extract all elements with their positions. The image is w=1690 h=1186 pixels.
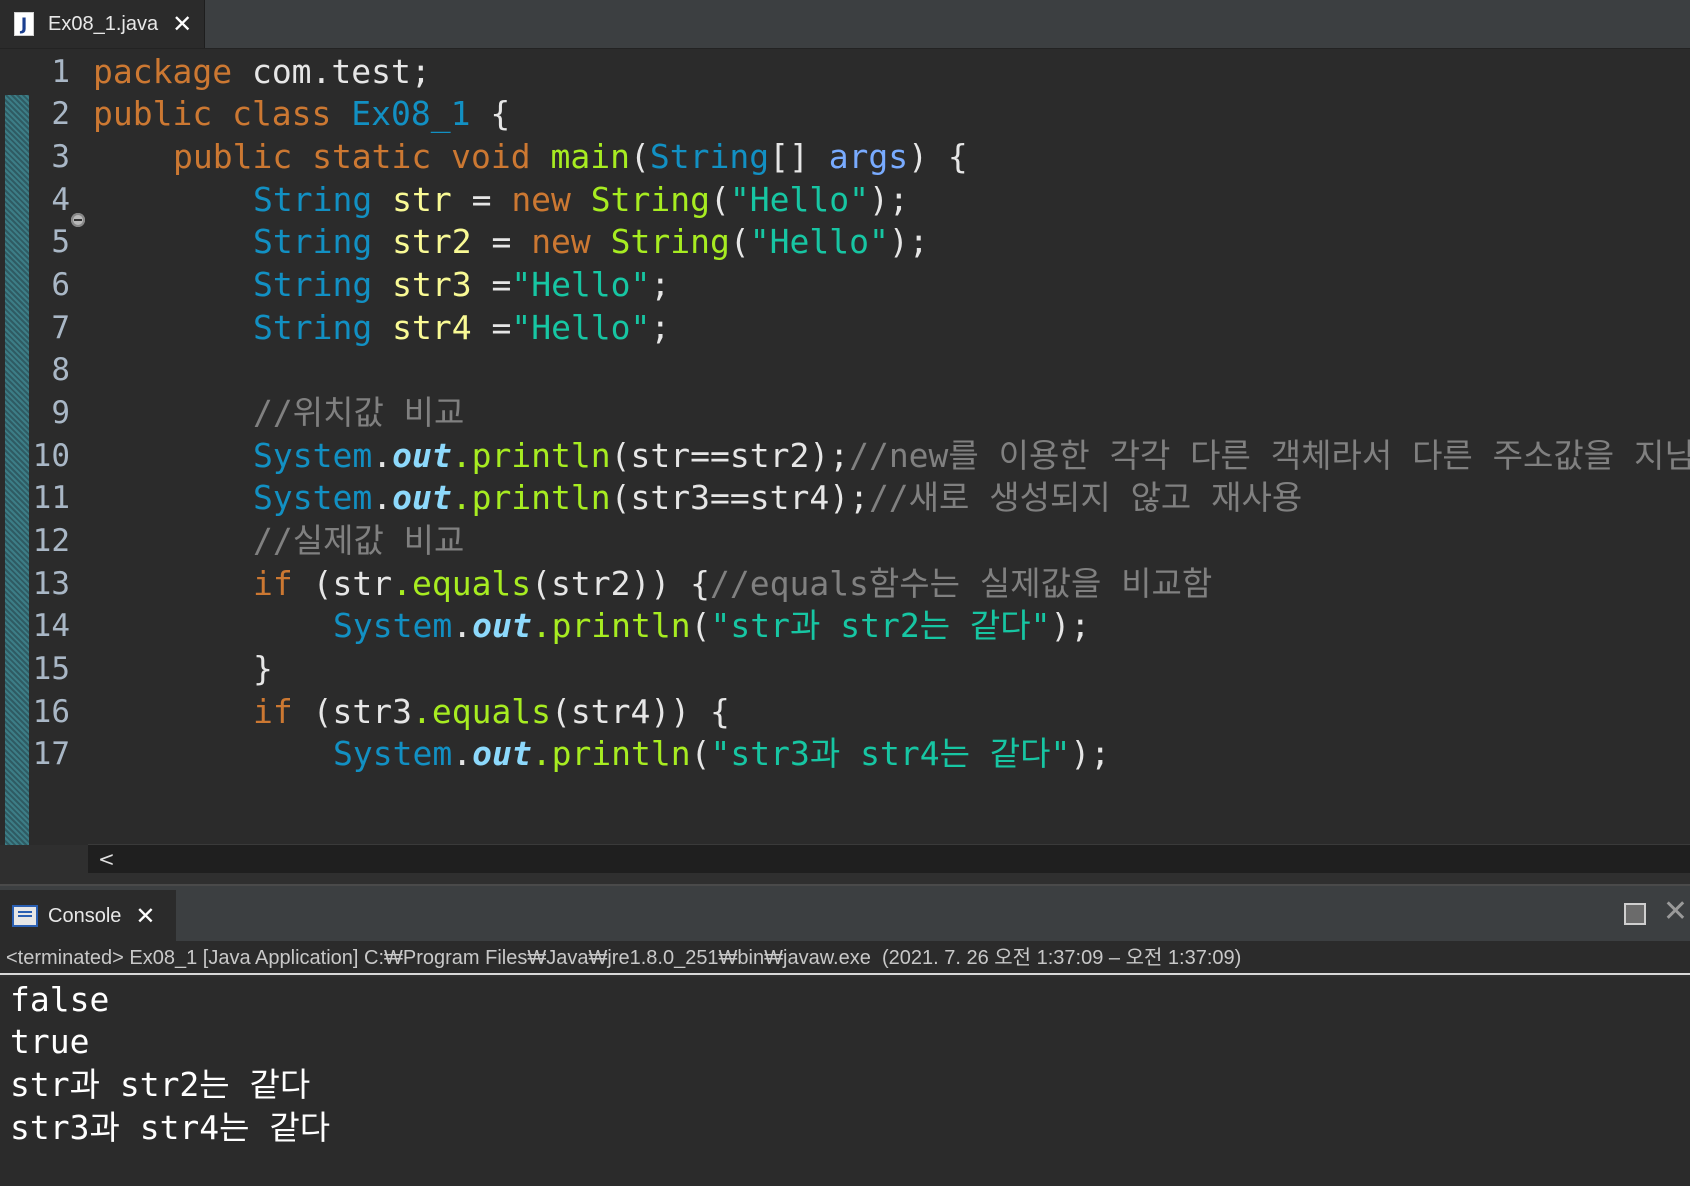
line-number: 1 xyxy=(51,54,70,90)
console-output-line: str3과 str4는 같다 xyxy=(10,1108,331,1147)
ide-window: J Ex08_1.java ✕ 1 2 3 4 5 6 7 8 9 10 11 … xyxy=(0,0,1690,1186)
code-line-6: String str3 ="Hello"; xyxy=(253,265,671,304)
console-output-line: true xyxy=(10,1022,90,1061)
code-line-2: public class Ex08_1 { xyxy=(93,94,511,133)
line-number: 3 xyxy=(51,139,70,175)
line-number: 15 xyxy=(32,651,70,687)
editor-tab-bar: J Ex08_1.java ✕ xyxy=(0,0,1690,49)
code-line-3: public static void main(String[] args) { xyxy=(173,137,968,176)
console-output[interactable]: false true str과 str2는 같다 str3과 str4는 같다 xyxy=(0,977,1690,1186)
scroll-left-icon[interactable]: < xyxy=(98,845,115,873)
line-number: 16 xyxy=(32,694,70,730)
code-line-7: String str4 ="Hello"; xyxy=(253,308,671,347)
editor-tab-ex08-1[interactable]: J Ex08_1.java ✕ xyxy=(0,0,205,48)
console-status-line: <terminated> Ex08_1 [Java Application] C… xyxy=(0,941,1690,975)
line-number: 4 xyxy=(51,182,70,218)
line-number: 9 xyxy=(51,395,70,431)
code-editor[interactable]: 1 2 3 4 5 6 7 8 9 10 11 12 13 14 15 16 1… xyxy=(0,49,1690,845)
code-line-15: } xyxy=(253,649,273,688)
line-number: 8 xyxy=(51,352,70,388)
console-icon xyxy=(12,905,38,927)
editor-tab-label: Ex08_1.java xyxy=(48,12,159,35)
change-ruler xyxy=(5,95,29,845)
line-number: 6 xyxy=(51,267,70,303)
line-number: 7 xyxy=(51,310,70,346)
line-number: 5 xyxy=(51,224,70,260)
close-icon[interactable]: ✕ xyxy=(172,12,192,36)
line-number: 11 xyxy=(32,480,70,516)
maximize-icon[interactable] xyxy=(1624,903,1646,925)
console-tab-label: Console xyxy=(48,904,122,927)
console-tab[interactable]: Console ✕ xyxy=(0,890,176,942)
console-output-line: false xyxy=(10,980,110,1019)
code-line-5: String str2 = new String("Hello"); xyxy=(253,222,929,261)
line-number: 12 xyxy=(32,523,70,559)
close-icon[interactable]: ✕ xyxy=(135,904,155,928)
line-number: 14 xyxy=(32,608,70,644)
line-number: 13 xyxy=(32,566,70,602)
code-line-11: System.out.println(str3==str4);//새로 생성되지… xyxy=(253,478,1303,517)
code-line-16: if (str3.equals(str4)) { xyxy=(253,692,730,731)
code-line-9: //위치값 비교 xyxy=(253,393,465,432)
code-line-13: if (str.equals(str2)) {//equals함수는 실제값을 … xyxy=(253,564,1213,603)
fold-collapse-icon[interactable] xyxy=(71,213,85,227)
editor-horizontal-scrollbar[interactable]: < xyxy=(88,844,1690,873)
line-number: 2 xyxy=(51,96,70,132)
java-file-icon: J xyxy=(14,12,34,36)
code-line-14: System.out.println("str과 str2는 같다"); xyxy=(333,606,1091,645)
line-number: 17 xyxy=(32,736,70,772)
code-line-10: System.out.println(str==str2);//new를 이용한… xyxy=(253,436,1690,475)
code-line-17: System.out.println("str3과 str4는 같다"); xyxy=(333,734,1111,773)
line-number: 10 xyxy=(32,438,70,474)
code-line-12: //실제값 비교 xyxy=(253,521,465,560)
code-line-4: String str = new String("Hello"); xyxy=(253,180,909,219)
code-line-1: package com.test; xyxy=(93,52,431,91)
console-tab-bar: Console ✕ ✕ xyxy=(0,884,1690,942)
code-area[interactable]: package com.test; public class Ex08_1 { … xyxy=(93,49,1690,845)
console-output-line: str과 str2는 같다 xyxy=(10,1065,311,1104)
close-icon[interactable]: ✕ xyxy=(1663,894,1688,929)
